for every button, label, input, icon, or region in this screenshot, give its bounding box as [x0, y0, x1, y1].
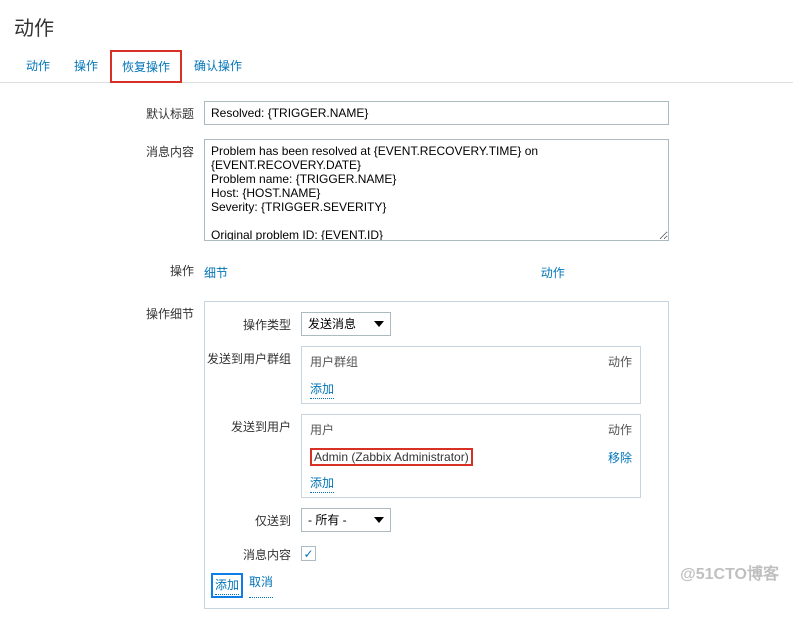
msg-content-checkbox[interactable]: ✓: [301, 546, 316, 561]
message-label: 消息内容: [14, 139, 204, 160]
groups-col-name: 用户群组: [310, 353, 572, 370]
default-subject-input[interactable]: [204, 101, 669, 125]
operation-details-label: 操作细节: [14, 301, 204, 322]
operations-table-header: 细节 动作: [204, 258, 669, 287]
op-col-action: 动作: [437, 264, 670, 281]
users-add-link[interactable]: 添加: [310, 474, 334, 493]
op-col-details: 细节: [204, 264, 437, 281]
default-subject-label: 默认标题: [14, 101, 204, 122]
tab-recovery-operations[interactable]: 恢复操作: [110, 50, 182, 83]
tab-acknowledge-operations[interactable]: 确认操作: [182, 49, 254, 82]
user-groups-table: 用户群组 动作 添加: [301, 346, 641, 404]
send-users-label: 发送到用户: [205, 414, 301, 435]
cancel-button[interactable]: 取消: [249, 573, 273, 598]
tabs: 动作 操作 恢复操作 确认操作: [0, 49, 793, 83]
send-groups-label: 发送到用户群组: [205, 346, 301, 367]
page-title: 动作: [0, 0, 793, 49]
user-admin: Admin (Zabbix Administrator): [310, 448, 473, 466]
users-col-action: 动作: [572, 421, 632, 438]
operation-details-box: 操作类型 发送消息 发送到用户群组 用户群组 动作: [204, 301, 669, 609]
only-to-label: 仅送到: [205, 508, 301, 529]
content: 默认标题 消息内容 Problem has been resolved at {…: [0, 83, 793, 637]
watermark: @51CTO博客: [680, 560, 779, 584]
add-button[interactable]: 添加: [215, 576, 239, 595]
op-type-select[interactable]: 发送消息: [301, 312, 391, 336]
users-table: 用户 动作 Admin (Zabbix Administrator) 移除 添加: [301, 414, 641, 498]
groups-col-action: 动作: [572, 353, 632, 370]
msg-content-label: 消息内容: [205, 542, 301, 563]
users-col-name: 用户: [310, 421, 572, 438]
user-remove-link[interactable]: 移除: [608, 451, 632, 465]
tab-action[interactable]: 动作: [14, 49, 62, 82]
operations-label: 操作: [14, 258, 204, 279]
groups-add-link[interactable]: 添加: [310, 380, 334, 399]
message-textarea[interactable]: Problem has been resolved at {EVENT.RECO…: [204, 139, 669, 241]
only-to-select[interactable]: - 所有 -: [301, 508, 391, 532]
op-type-label: 操作类型: [205, 312, 301, 333]
tab-operations[interactable]: 操作: [62, 49, 110, 82]
